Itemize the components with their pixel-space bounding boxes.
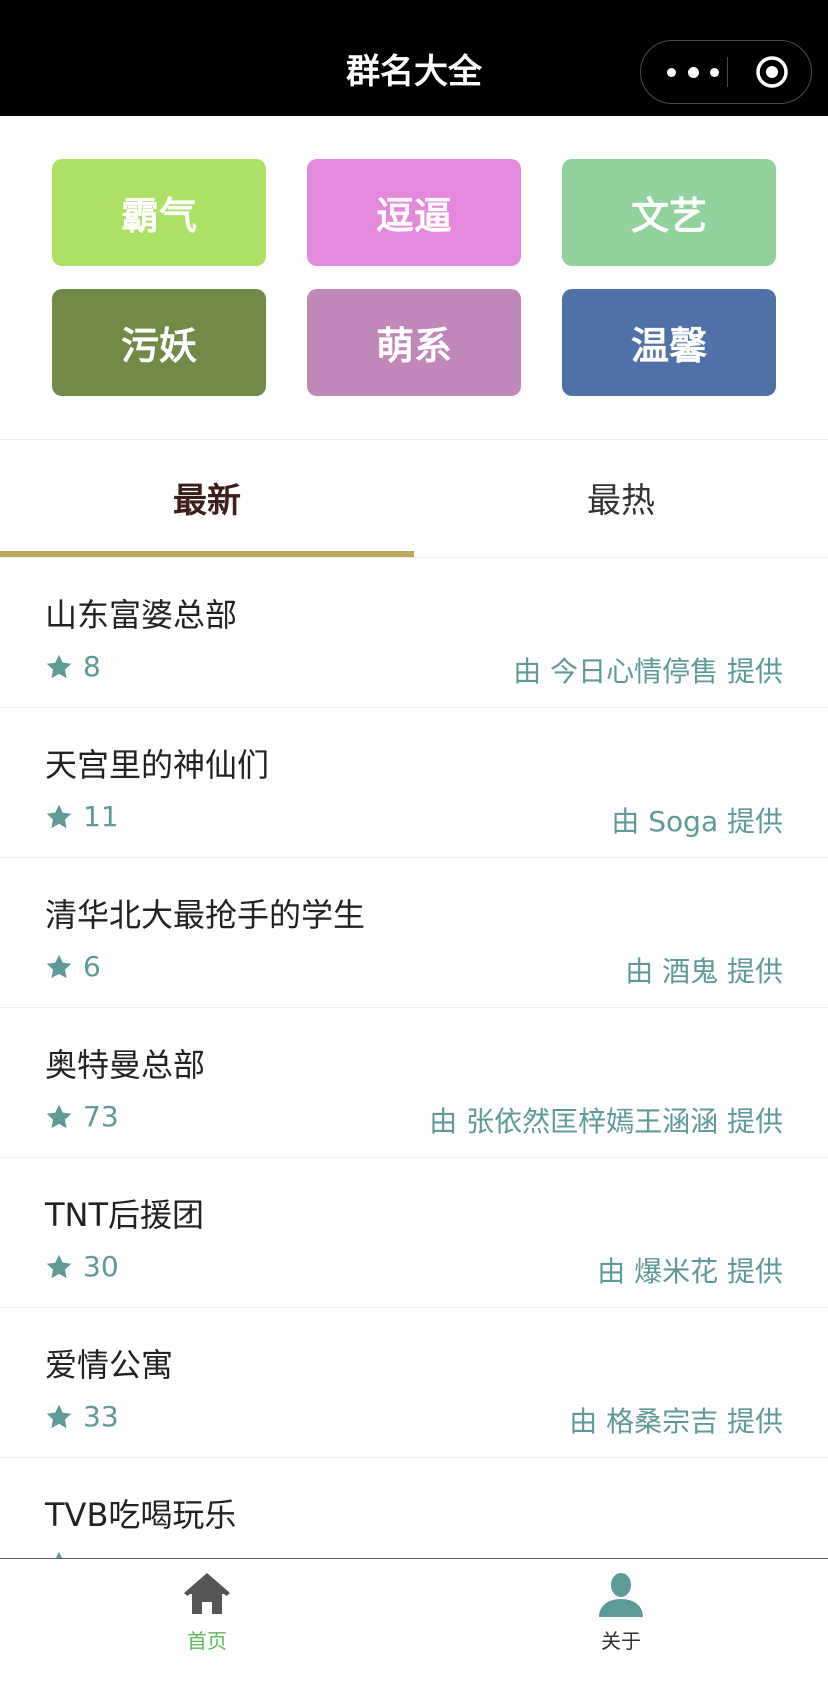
list-item[interactable]: 清华北大最抢手的学生 6 由 酒鬼 提供	[0, 858, 828, 1008]
group-name: TVB吃喝玩乐	[45, 1496, 237, 1534]
star-icon[interactable]	[45, 803, 73, 831]
provider-text: 由 格桑宗吉 提供	[569, 1405, 783, 1438]
provider-text: 由 Soga 提供	[611, 805, 783, 838]
star-icon[interactable]	[45, 653, 73, 681]
capsule-divider	[727, 57, 728, 87]
tab-latest[interactable]: 最新	[0, 440, 414, 554]
list-item[interactable]: 天宫里的神仙们 11 由 Soga 提供	[0, 708, 828, 858]
sort-tabs: 最新 最热	[0, 440, 828, 558]
mini-program-capsule	[640, 40, 812, 104]
list-item[interactable]: 爱情公寓 33 由 格桑宗吉 提供	[0, 1308, 828, 1458]
top-navigation-bar: 群名大全	[0, 0, 828, 116]
group-name: TNT后援团	[45, 1196, 205, 1234]
provider-text: 由 今日心情停售 提供	[513, 655, 783, 688]
group-name: 山东富婆总部	[45, 596, 238, 634]
star-icon[interactable]	[45, 1253, 73, 1281]
tab-home-label: 首页	[187, 1629, 227, 1653]
like-count: 30	[83, 1250, 119, 1283]
item-meta: 33	[45, 1400, 119, 1433]
category-button-doubi[interactable]: 逗逼	[307, 159, 521, 266]
group-name: 爱情公寓	[45, 1346, 174, 1384]
star-icon[interactable]	[45, 1103, 73, 1131]
category-button-baqi[interactable]: 霸气	[52, 159, 266, 266]
provider-text: 由 张依然匡梓嫣王涵涵 提供	[429, 1105, 783, 1138]
category-grid: 霸气 逗逼 文艺 污妖 萌系 温馨	[52, 159, 776, 396]
user-icon	[599, 1573, 643, 1617]
group-name: 奥特曼总部	[45, 1046, 206, 1084]
like-count: 11	[83, 800, 119, 833]
more-menu-button[interactable]	[667, 41, 719, 103]
tab-about[interactable]: 关于	[414, 1559, 828, 1687]
group-name: 清华北大最抢手的学生	[45, 896, 366, 934]
like-count: 8	[83, 650, 101, 683]
home-icon	[184, 1573, 230, 1614]
tab-home[interactable]: 首页	[0, 1559, 414, 1687]
list-item[interactable]: TNT后援团 30 由 爆米花 提供	[0, 1158, 828, 1308]
group-name: 天宫里的神仙们	[45, 746, 270, 784]
provider-text: 由 爆米花 提供	[597, 1255, 783, 1288]
tab-hottest[interactable]: 最热	[414, 440, 828, 554]
like-count: 73	[83, 1100, 119, 1133]
more-dot-icon	[687, 66, 699, 78]
like-count: 6	[83, 950, 101, 983]
category-button-wenyi[interactable]: 文艺	[562, 159, 776, 266]
close-mini-program-icon[interactable]	[755, 55, 789, 89]
item-meta: 6	[45, 950, 101, 983]
item-meta: 30	[45, 1250, 119, 1283]
group-name-list: 山东富婆总部 8 由 今日心情停售 提供 天宫里的神仙们 11 由 Soga 提…	[0, 558, 828, 1608]
like-count: 33	[83, 1400, 119, 1433]
category-button-mengxi[interactable]: 萌系	[307, 289, 521, 396]
star-icon[interactable]	[45, 1403, 73, 1431]
star-icon[interactable]	[45, 953, 73, 981]
list-item[interactable]: 山东富婆总部 8 由 今日心情停售 提供	[0, 558, 828, 708]
item-meta: 11	[45, 800, 119, 833]
more-dot-icon	[667, 67, 676, 77]
item-meta: 73	[45, 1100, 119, 1133]
more-dot-icon	[710, 67, 719, 77]
item-meta: 8	[45, 650, 101, 683]
bottom-tab-bar: 首页 关于	[0, 1558, 828, 1686]
list-item[interactable]: 奥特曼总部 73 由 张依然匡梓嫣王涵涵 提供	[0, 1008, 828, 1158]
tab-about-label: 关于	[601, 1629, 641, 1653]
category-button-wuyao[interactable]: 污妖	[52, 289, 266, 396]
category-button-wenxin[interactable]: 温馨	[562, 289, 776, 396]
provider-text: 由 酒鬼 提供	[625, 955, 783, 988]
